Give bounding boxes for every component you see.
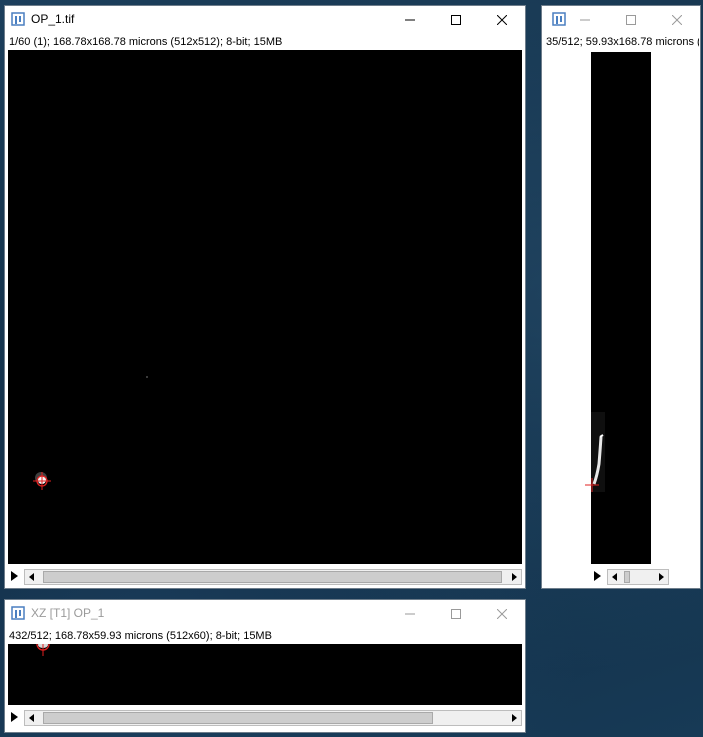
scroll-left-button[interactable] [25, 711, 39, 725]
xz-scroll-thumb[interactable] [43, 712, 433, 724]
xz-image-canvas[interactable] [8, 644, 522, 705]
scroll-right-icon [512, 714, 517, 722]
scroll-right-button[interactable] [654, 570, 668, 584]
yz-slice-scroll-row [591, 569, 675, 585]
scroll-left-button[interactable] [608, 570, 622, 584]
yz-image-canvas[interactable] [585, 52, 651, 564]
crosshair-marker-icon [36, 644, 50, 656]
play-icon[interactable] [11, 571, 18, 581]
minimize-icon [405, 19, 415, 21]
main-maximize-button[interactable] [433, 6, 479, 34]
main-image-window: OP_1.tif 1/60 (1); 168.78x168.78 microns… [4, 5, 526, 589]
scroll-left-button[interactable] [25, 570, 39, 584]
maximize-icon [451, 15, 461, 25]
main-slice-scrollbar[interactable] [24, 569, 522, 585]
crosshair-marker-icon [33, 472, 51, 490]
main-minimize-button[interactable] [387, 6, 433, 34]
maximize-icon [626, 15, 636, 25]
main-image-canvas[interactable] [8, 50, 522, 564]
xz-window-title: XZ [T1] OP_1 [31, 606, 105, 620]
imagej-icon [11, 606, 25, 620]
yz-window-titlebar[interactable] [542, 6, 700, 34]
yz-image-window: 35/512; 59.93x168.78 microns (60x512); 8… [541, 5, 701, 589]
faint-speck [146, 376, 148, 378]
main-close-button[interactable] [479, 6, 525, 34]
close-icon [497, 15, 507, 25]
main-slice-scroll-row [8, 569, 522, 585]
crosshair-marker-icon [585, 478, 599, 492]
play-icon[interactable] [594, 571, 601, 581]
maximize-icon [451, 609, 461, 619]
yz-image-info: 35/512; 59.93x168.78 microns (60x512); 8… [546, 36, 699, 48]
xz-image-info: 432/512; 168.78x59.93 microns (512x60); … [9, 630, 272, 642]
xz-window-titlebar[interactable]: XZ [T1] OP_1 [5, 600, 525, 628]
close-icon [497, 609, 507, 619]
xz-maximize-button[interactable] [433, 600, 479, 628]
close-icon [672, 15, 682, 25]
imagej-icon [11, 12, 25, 26]
yz-scroll-thumb[interactable] [624, 571, 630, 583]
xz-close-button[interactable] [479, 600, 525, 628]
xz-slice-scroll-row [8, 710, 522, 726]
scroll-right-icon [512, 573, 517, 581]
scroll-left-icon [29, 714, 34, 722]
xz-slice-scrollbar[interactable] [24, 710, 522, 726]
scroll-left-icon [29, 573, 34, 581]
main-window-titlebar[interactable]: OP_1.tif [5, 6, 525, 34]
scroll-right-button[interactable] [507, 570, 521, 584]
main-scroll-thumb[interactable] [43, 571, 502, 583]
minimize-icon [405, 613, 415, 615]
minimize-icon [580, 19, 590, 21]
yz-maximize-button[interactable] [608, 6, 654, 34]
main-image-info: 1/60 (1); 168.78x168.78 microns (512x512… [9, 36, 283, 48]
yz-minimize-button[interactable] [562, 6, 608, 34]
yz-close-button[interactable] [654, 6, 700, 34]
scroll-left-icon [612, 573, 617, 581]
yz-slice-scrollbar[interactable] [607, 569, 669, 585]
main-window-title: OP_1.tif [31, 12, 75, 26]
xz-image-window: XZ [T1] OP_1 432/512; 168.78x59.93 micro… [4, 599, 526, 733]
scroll-right-icon [659, 573, 664, 581]
scroll-right-button[interactable] [507, 711, 521, 725]
xz-minimize-button[interactable] [387, 600, 433, 628]
play-icon[interactable] [11, 712, 18, 722]
